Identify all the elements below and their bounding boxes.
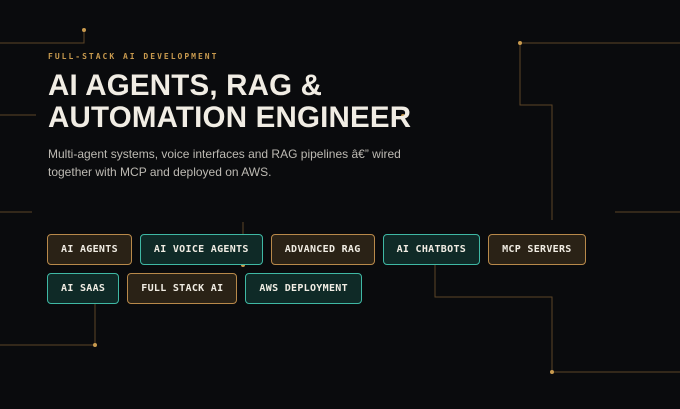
tag-ai-voice-agents[interactable]: AI VOICE AGENTS bbox=[139, 234, 263, 265]
tag-full-stack-ai[interactable]: FULL STACK AI bbox=[127, 273, 238, 304]
skill-tags-row-2: AI SAAS FULL STACK AI AWS DEPLOYMENT bbox=[47, 273, 607, 304]
title-line-1: AI AGENTS, RAG & bbox=[48, 69, 323, 102]
skill-tags: AI AGENTS AI VOICE AGENTS ADVANCED RAG A… bbox=[47, 234, 607, 312]
skill-tags-row-1: AI AGENTS AI VOICE AGENTS ADVANCED RAG A… bbox=[47, 234, 607, 265]
tag-ai-agents[interactable]: AI AGENTS bbox=[47, 234, 132, 265]
hero-subtitle: Multi-agent systems, voice interfaces an… bbox=[48, 147, 401, 179]
tag-ai-saas[interactable]: AI SAAS bbox=[47, 273, 120, 304]
title-line-2: AUTOMATION ENGINEER bbox=[48, 101, 412, 134]
tag-mcp-servers[interactable]: MCP SERVERS bbox=[488, 234, 586, 265]
eyebrow-label: FULL-STACK AI DEVELOPMENT bbox=[48, 52, 219, 61]
tag-aws-deployment[interactable]: AWS DEPLOYMENT bbox=[245, 273, 362, 304]
page-title: AI AGENTS, RAG & AUTOMATION ENGINEER bbox=[48, 70, 411, 134]
circuit-line-decoration bbox=[0, 28, 680, 374]
tag-advanced-rag[interactable]: ADVANCED RAG bbox=[270, 234, 375, 265]
tag-ai-chatbots[interactable]: AI CHATBOTS bbox=[382, 234, 481, 265]
